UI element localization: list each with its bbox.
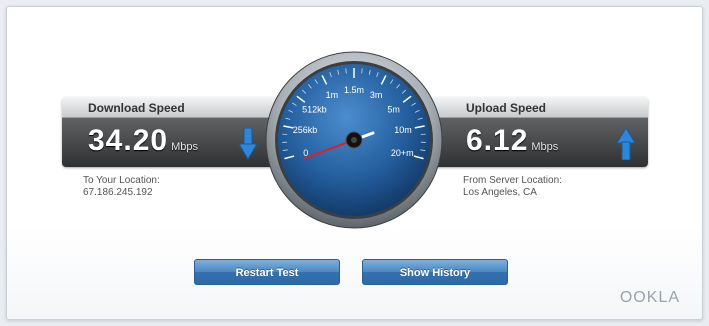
upload-speed-number: 6.12 xyxy=(466,124,529,157)
download-speed-unit: Mbps xyxy=(171,141,198,153)
upload-speed-value: 6.12 Mbps xyxy=(466,124,558,158)
restart-test-button[interactable]: Restart Test xyxy=(194,259,340,285)
gauge-hub-center xyxy=(351,137,357,143)
show-history-button[interactable]: Show History xyxy=(362,259,508,285)
upload-speed-unit: Mbps xyxy=(531,141,559,153)
arrow-up-icon xyxy=(616,128,636,160)
upload-location-label: From Server Location: xyxy=(463,175,562,186)
upload-location-value: Los Angeles, CA xyxy=(463,187,537,198)
upload-label: Upload Speed xyxy=(466,101,547,115)
gauge-tick-label: 20+m xyxy=(391,148,414,158)
speedtest-panel: Download Speed 34.20 Mbps Upload Speed 6.… xyxy=(6,6,703,320)
download-location: To Your Location: 67.186.245.192 xyxy=(83,175,160,199)
speed-gauge: 0 256kb 512kb 1m 1.5m 3m 5m 10m 20+m xyxy=(265,51,443,229)
download-location-value: 67.186.245.192 xyxy=(83,187,153,198)
gauge-minor-tick xyxy=(361,68,363,74)
gauge-minor-tick xyxy=(345,68,347,74)
gauge-tick-label: 512kb xyxy=(302,105,327,115)
arrow-down-icon xyxy=(238,128,258,160)
gauge-tick-label: 1.5m xyxy=(344,85,364,95)
ookla-logo: OOKLA xyxy=(619,289,680,306)
download-location-label: To Your Location: xyxy=(83,175,160,186)
gauge-tick-label: 256kb xyxy=(293,125,318,135)
gauge-tick-label: 3m xyxy=(370,90,383,100)
gauge-dial: 0256kb512kb1m1.5m3m5m10m20+m xyxy=(265,51,443,229)
gauge-tick-label: 5m xyxy=(387,105,400,115)
download-speed-value: 34.20 Mbps xyxy=(88,124,198,158)
download-label: Download Speed xyxy=(88,101,185,115)
download-speed-number: 34.20 xyxy=(88,124,169,157)
gauge-tick-label: 1m xyxy=(326,90,339,100)
gauge-tick-label: 10m xyxy=(394,125,412,135)
upload-location: From Server Location: Los Angeles, CA xyxy=(463,175,562,199)
